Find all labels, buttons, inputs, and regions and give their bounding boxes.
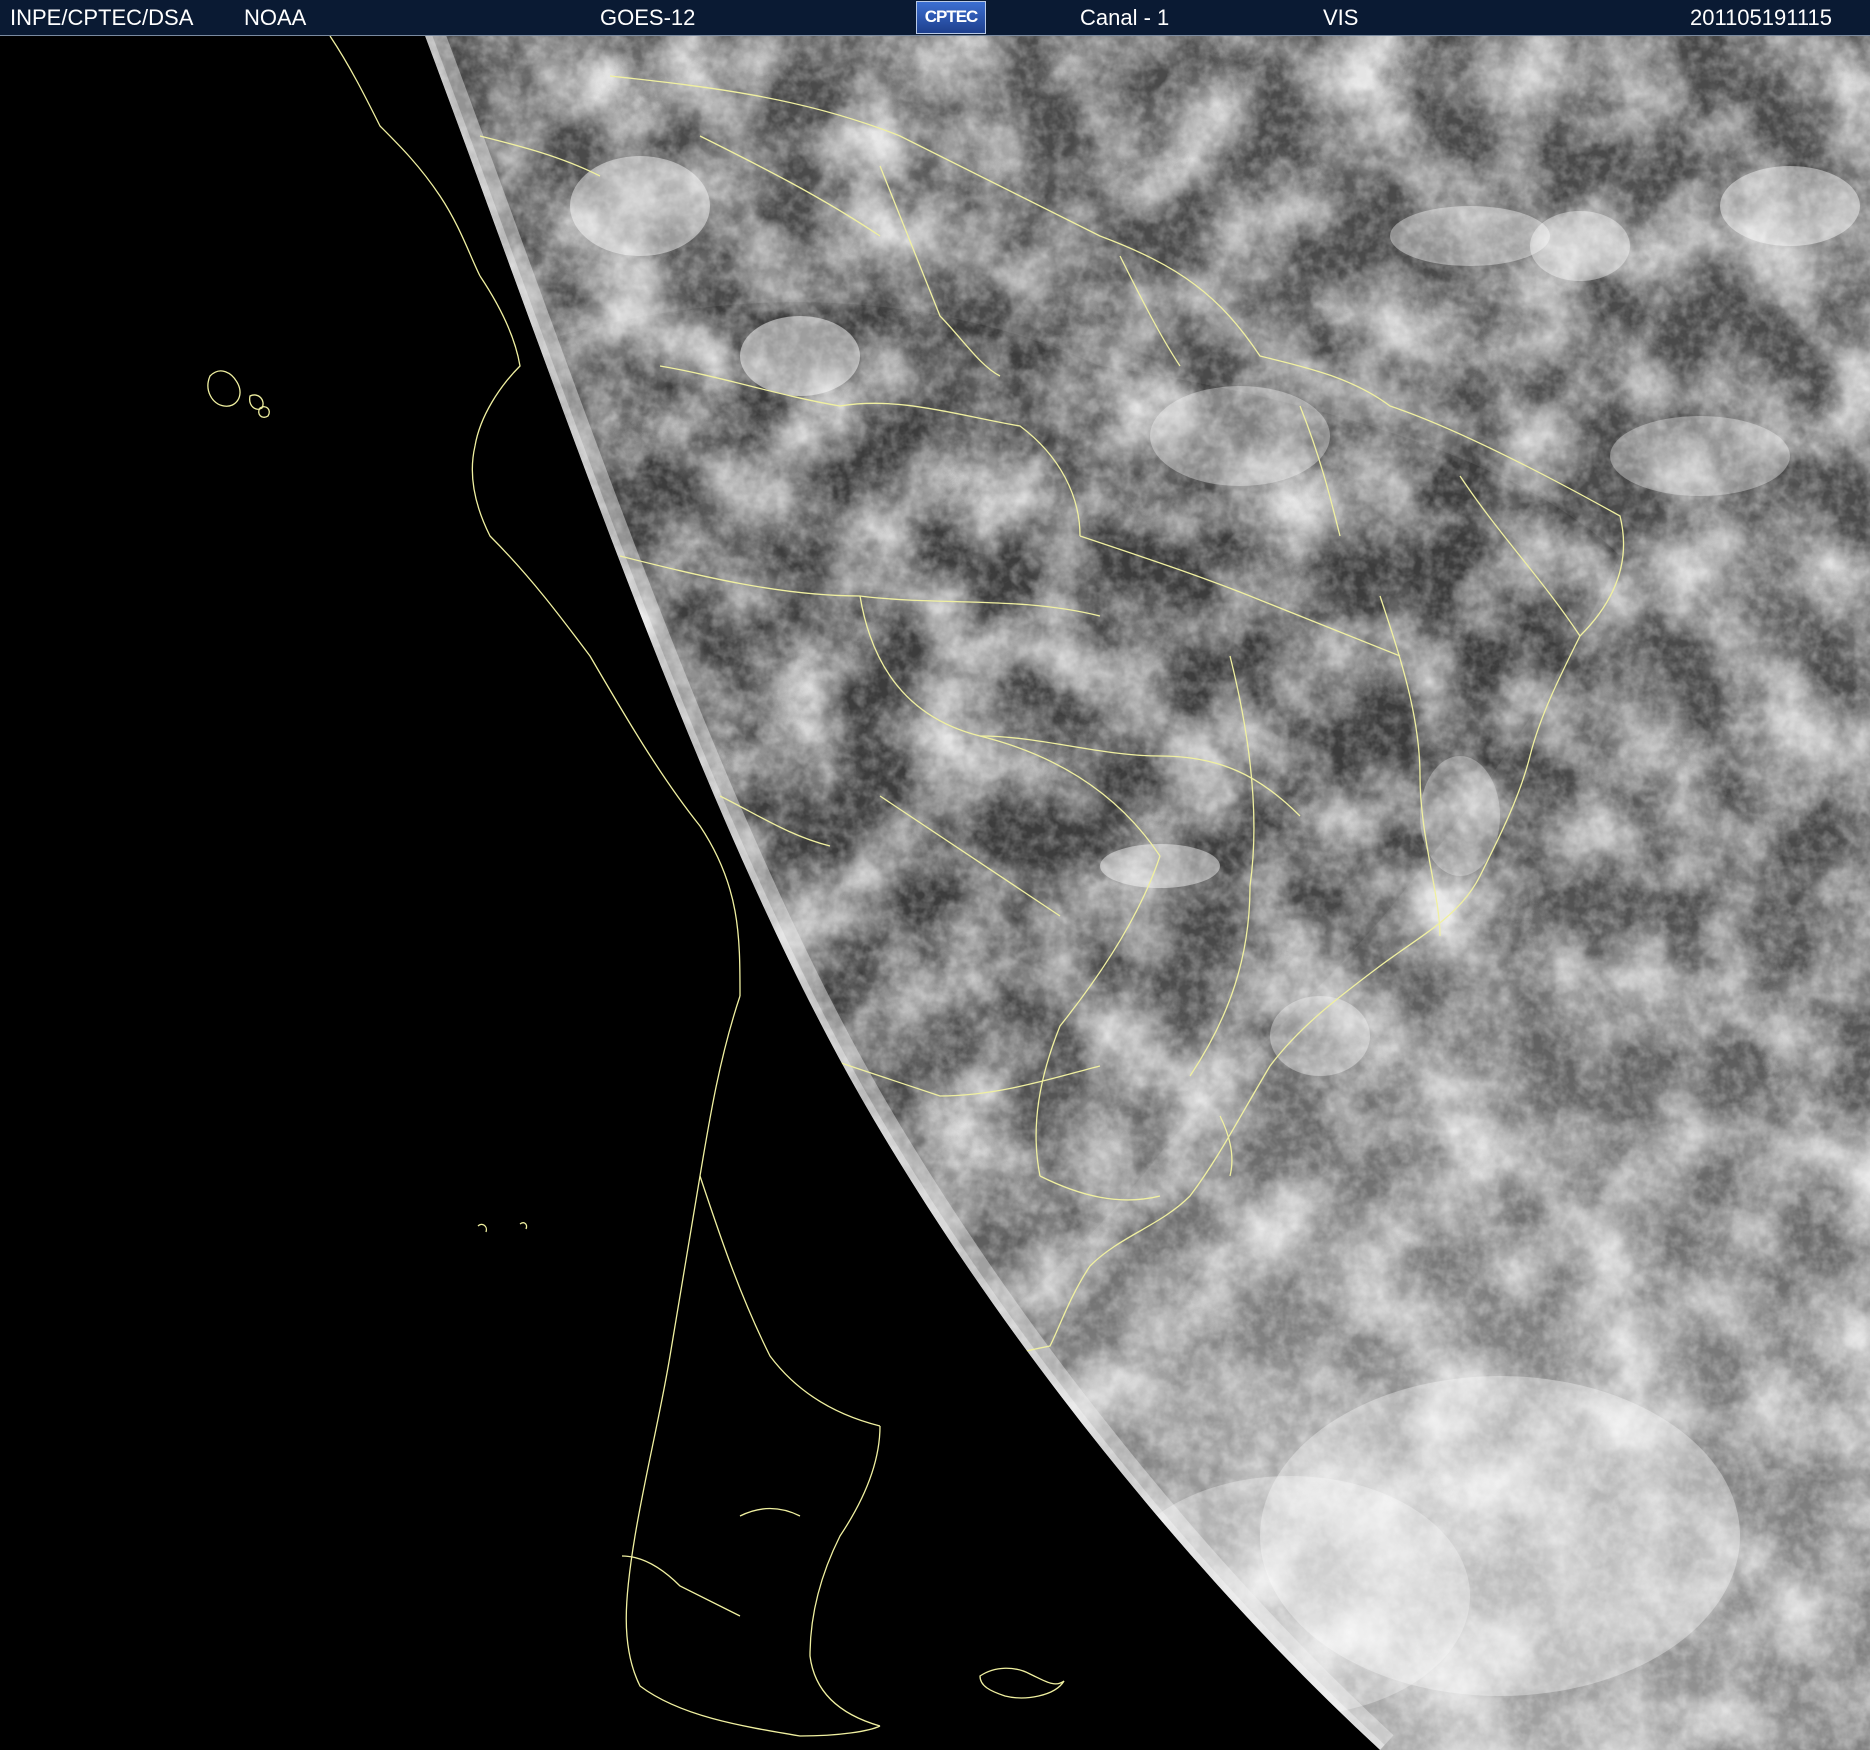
band-label: VIS	[1323, 5, 1359, 30]
satellite-map-svg	[0, 36, 1870, 1750]
agency-label: INPE/CPTEC/DSA	[10, 5, 194, 30]
header-bar: INPE/CPTEC/DSA NOAA GOES-12 CPTEC Canal …	[0, 0, 1870, 36]
satellite-label: GOES-12	[600, 5, 696, 30]
source-label: NOAA	[244, 5, 307, 30]
cptec-logo-icon: CPTEC	[916, 1, 986, 34]
satellite-image	[0, 36, 1870, 1750]
channel-label: Canal - 1	[1080, 5, 1170, 30]
timestamp-label: 201105191115	[1690, 5, 1832, 30]
logo-text: CPTEC	[924, 7, 979, 26]
